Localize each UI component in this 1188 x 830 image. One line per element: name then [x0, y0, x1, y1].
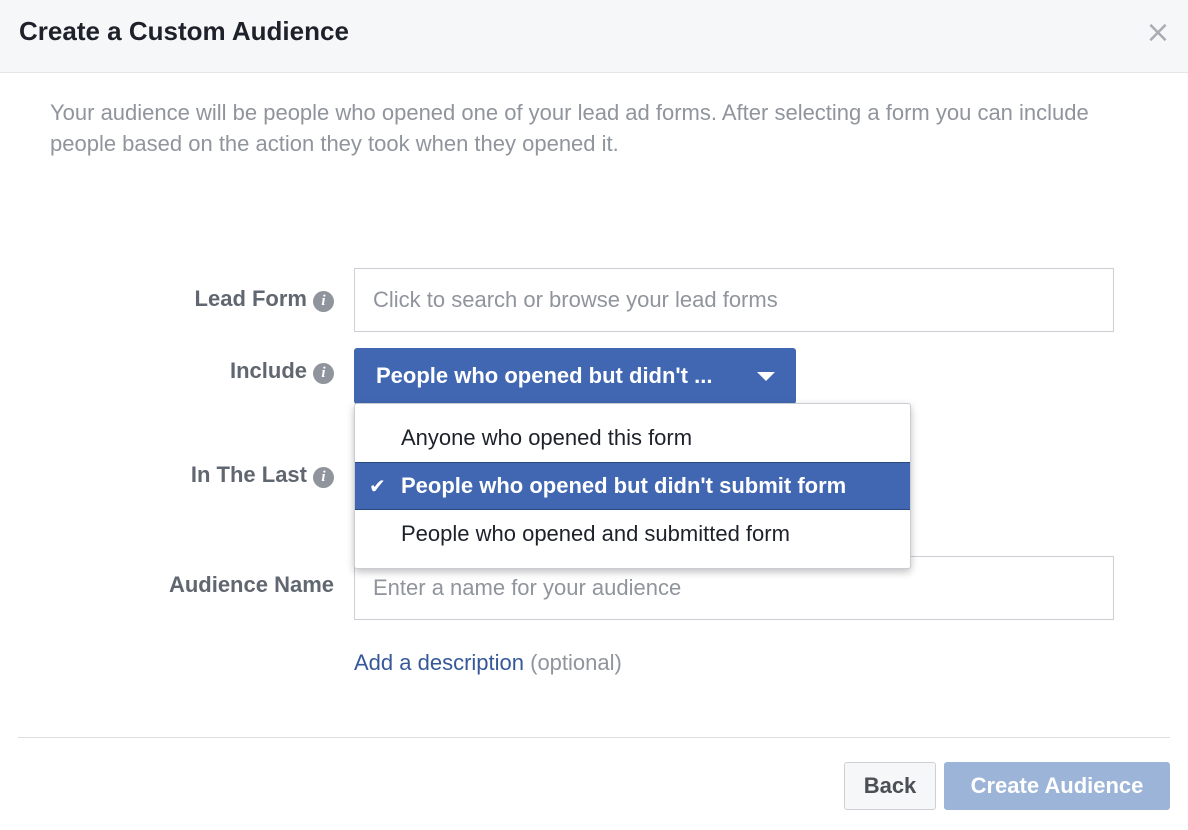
lead-form-search-input[interactable]: Click to search or browse your lead form…	[354, 268, 1114, 332]
dropdown-option-label: People who opened and submitted form	[401, 521, 790, 546]
add-description-link[interactable]: Add a description	[354, 650, 524, 675]
dropdown-option-selected[interactable]: ✔ People who opened but didn't submit fo…	[355, 462, 910, 510]
lead-form-label: Lead Form i	[195, 286, 334, 312]
include-dropdown-menu: Anyone who opened this form ✔ People who…	[354, 403, 911, 569]
in-the-last-label: In The Last i	[191, 462, 334, 488]
close-icon[interactable]: ×	[1144, 18, 1172, 50]
in-the-last-label-text: In The Last	[190, 462, 307, 487]
dialog-header: Create a Custom Audience ×	[0, 0, 1188, 73]
footer-divider	[18, 737, 1170, 738]
dialog-title: Create a Custom Audience	[19, 16, 349, 46]
dropdown-option[interactable]: Anyone who opened this form	[355, 414, 910, 462]
description-row: Add a description (optional)	[354, 650, 622, 676]
include-label: Include i	[230, 358, 334, 384]
info-icon[interactable]: i	[313, 291, 334, 312]
dropdown-option-label: People who opened but didn't submit form	[401, 473, 847, 498]
info-icon[interactable]: i	[313, 363, 334, 384]
lead-form-label-text: Lead Form	[194, 286, 307, 311]
dropdown-option-label: Anyone who opened this form	[401, 425, 693, 450]
back-button[interactable]: Back	[844, 762, 936, 810]
intro-text: Your audience will be people who opened …	[50, 100, 1089, 156]
optional-hint: (optional)	[530, 650, 622, 675]
create-audience-button[interactable]: Create Audience	[944, 762, 1170, 810]
dropdown-option[interactable]: People who opened and submitted form	[355, 510, 910, 558]
include-selected-value: People who opened but didn't ...	[376, 363, 713, 388]
chevron-down-icon	[757, 372, 775, 381]
include-label-text: Include	[229, 358, 307, 383]
custom-audience-dialog: Create a Custom Audience × Your audience…	[0, 0, 1188, 830]
include-dropdown-button[interactable]: People who opened but didn't ...	[354, 348, 796, 404]
audience-name-label: Audience Name	[168, 572, 334, 597]
info-icon[interactable]: i	[313, 467, 334, 488]
checkmark-icon: ✔	[369, 474, 386, 498]
